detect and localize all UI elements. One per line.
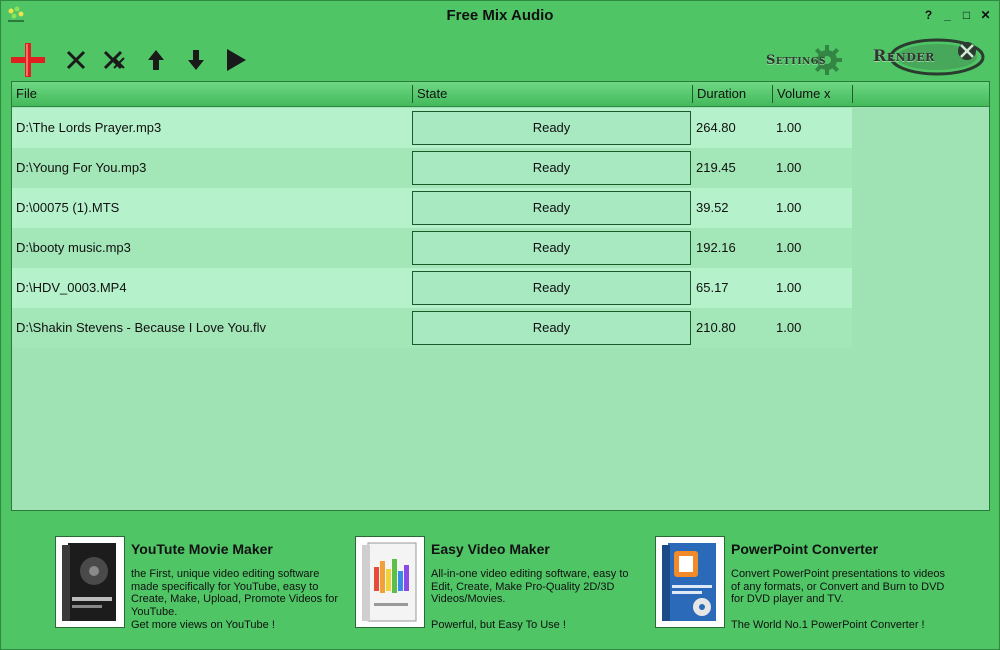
arrow-down-icon	[188, 50, 204, 70]
promo-description: the First, unique video editing software…	[131, 568, 339, 618]
state-cell[interactable]: Ready	[412, 191, 691, 225]
settings-button[interactable]: Settings	[766, 45, 856, 75]
table-row[interactable]: D:\The Lords Prayer.mp3 Ready 264.80 1.0…	[12, 108, 852, 148]
column-header-state[interactable]: State	[413, 82, 692, 106]
title-bar[interactable]: Free Mix Audio ? _ □ ✕	[1, 1, 999, 31]
duration-cell: 192.16	[696, 240, 736, 255]
duration-cell: 65.17	[696, 280, 729, 295]
render-label: Render	[873, 46, 935, 65]
arrow-up-icon	[148, 50, 164, 70]
move-down-button[interactable]	[177, 37, 215, 83]
column-separator[interactable]	[852, 85, 853, 103]
minimize-button[interactable]: _	[940, 7, 955, 22]
file-path: D:\HDV_0003.MP4	[16, 280, 127, 295]
list-header: File State Duration Volume x	[12, 82, 989, 107]
duration-cell: 219.45	[696, 160, 736, 175]
promo-title[interactable]: YouTute Movie Maker	[131, 541, 273, 557]
file-path: D:\Shakin Stevens - Because I Love You.f…	[16, 320, 267, 335]
file-path: D:\booty music.mp3	[16, 240, 131, 255]
settings-label: Settings	[766, 53, 826, 68]
product-box-image[interactable]	[355, 536, 425, 628]
promo-youtute-movie-maker: YouTute Movie Maker the First, unique vi…	[55, 536, 355, 631]
volume-cell[interactable]: 1.00	[776, 228, 801, 268]
promo-easy-video-maker: Easy Video Maker All-in-one video editin…	[355, 536, 655, 631]
remove-all-button[interactable]	[97, 37, 135, 83]
column-header-duration[interactable]: Duration	[693, 82, 772, 106]
state-cell[interactable]: Ready	[412, 231, 691, 265]
toolbar: Settings Render	[9, 37, 994, 83]
table-row[interactable]: D:\HDV_0003.MP4 Ready 65.17 1.00	[12, 268, 852, 308]
volume-cell[interactable]: 1.00	[776, 308, 801, 348]
file-path: D:\Young For You.mp3	[16, 160, 147, 175]
app-window: Free Mix Audio ? _ □ ✕ Settings Render F…	[0, 0, 1000, 650]
play-button[interactable]	[217, 37, 255, 83]
state-cell[interactable]: Ready	[412, 111, 691, 145]
volume-cell[interactable]: 1.00	[776, 268, 801, 308]
promo-title[interactable]: Easy Video Maker	[431, 541, 550, 557]
duration-cell: 39.52	[696, 200, 729, 215]
state-cell[interactable]: Ready	[412, 271, 691, 305]
close-button[interactable]: ✕	[978, 7, 993, 22]
volume-cell[interactable]: 1.00	[776, 108, 801, 148]
promo-tagline: The World No.1 PowerPoint Converter !	[731, 619, 925, 631]
volume-cell[interactable]: 1.00	[776, 188, 801, 228]
add-file-button[interactable]	[9, 37, 47, 83]
software-box-icon	[62, 543, 116, 621]
state-cell[interactable]: Ready	[412, 311, 691, 345]
software-box-icon	[362, 542, 417, 622]
promo-tagline: Get more views on YouTube !	[131, 619, 275, 631]
move-up-button[interactable]	[137, 37, 175, 83]
table-row[interactable]: D:\Young For You.mp3 Ready 219.45 1.00	[12, 148, 852, 188]
table-row[interactable]: D:\Shakin Stevens - Because I Love You.f…	[12, 308, 852, 348]
duration-cell: 210.80	[696, 320, 736, 335]
remove-file-button[interactable]	[57, 37, 95, 83]
render-button[interactable]: Render	[869, 37, 989, 77]
delete-all-icon	[103, 50, 125, 70]
maximize-button[interactable]: □	[959, 7, 974, 22]
product-box-image[interactable]	[55, 536, 125, 628]
table-row[interactable]: D:\booty music.mp3 Ready 192.16 1.00	[12, 228, 852, 268]
delete-icon	[66, 50, 86, 70]
file-path: D:\00075 (1).MTS	[16, 200, 120, 215]
promo-powerpoint-converter: PowerPoint Converter Convert PowerPoint …	[655, 536, 955, 631]
file-list[interactable]: File State Duration Volume x D:\The Lord…	[11, 81, 990, 511]
window-controls: ? _ □ ✕	[921, 7, 993, 22]
promo-tagline: Powerful, but Easy To Use !	[431, 619, 566, 631]
volume-cell[interactable]: 1.00	[776, 148, 801, 188]
promo-description: Convert PowerPoint presentations to vide…	[731, 568, 946, 605]
state-cell[interactable]: Ready	[412, 151, 691, 185]
plus-icon	[11, 43, 45, 77]
promo-description: All-in-one video editing software, easy …	[431, 568, 629, 605]
play-icon	[227, 49, 246, 71]
file-path: D:\The Lords Prayer.mp3	[16, 120, 162, 135]
product-box-image[interactable]	[655, 536, 725, 628]
column-header-volume[interactable]: Volume x	[773, 82, 852, 106]
help-button[interactable]: ?	[921, 7, 936, 22]
duration-cell: 264.80	[696, 120, 736, 135]
list-rows: D:\The Lords Prayer.mp3 Ready 264.80 1.0…	[12, 108, 852, 348]
column-header-file[interactable]: File	[12, 82, 412, 106]
promo-title[interactable]: PowerPoint Converter	[731, 541, 878, 557]
software-box-icon	[662, 543, 716, 621]
window-title: Free Mix Audio	[446, 7, 554, 24]
table-row[interactable]: D:\00075 (1).MTS Ready 39.52 1.00	[12, 188, 852, 228]
